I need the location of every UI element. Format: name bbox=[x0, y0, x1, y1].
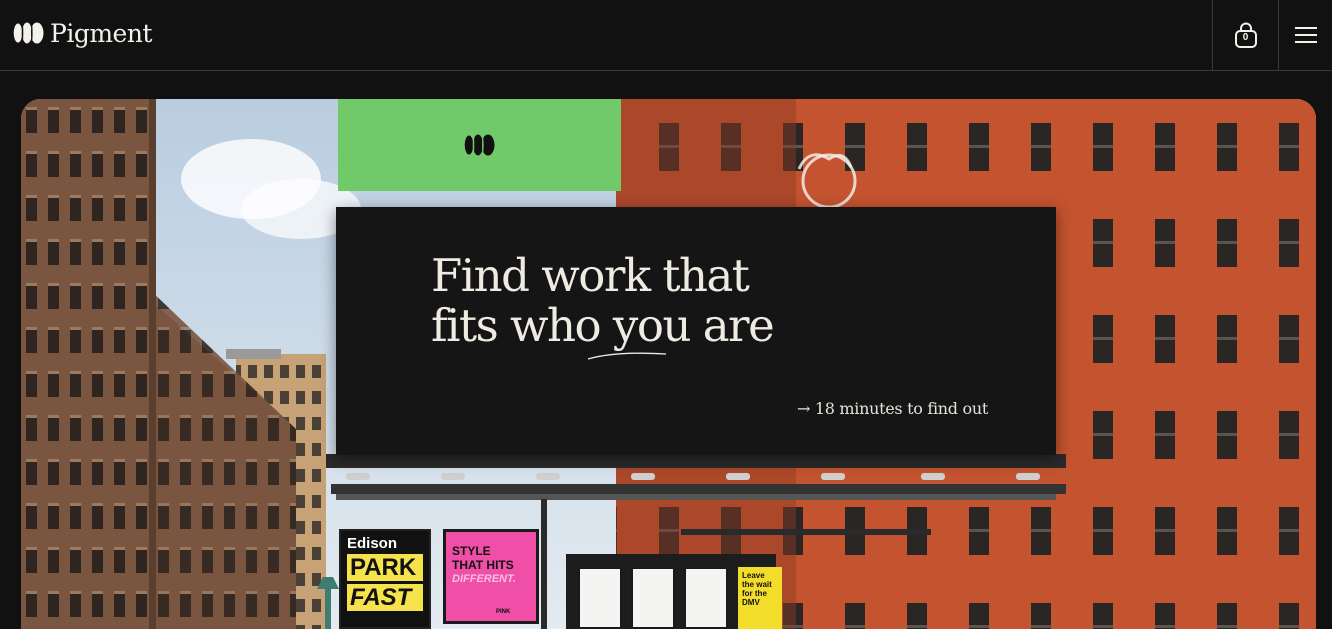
hero-banner: Find work that fits who you are → 18 min… bbox=[21, 99, 1316, 629]
style-that-hits-poster: STYLE THAT HITS DIFFERENT. PINK bbox=[443, 529, 539, 624]
brand-name: Pigment bbox=[50, 18, 152, 48]
menu-panel-2 bbox=[631, 567, 675, 629]
poster-style-brand: PINK bbox=[496, 609, 511, 615]
underline-swoosh-icon bbox=[587, 352, 667, 360]
main-billboard: Find work that fits who you are → 18 min… bbox=[336, 207, 1056, 455]
poster-style-line2: THAT HITS bbox=[452, 558, 514, 572]
pigment-logo-icon bbox=[13, 22, 44, 44]
menu-panel-1 bbox=[578, 567, 622, 629]
menu-button[interactable] bbox=[1279, 0, 1332, 70]
dmv-poster: Leave the wait for the DMV bbox=[738, 567, 782, 629]
quiz-cta-link[interactable]: → 18 minutes to find out bbox=[797, 399, 988, 418]
green-billboard bbox=[338, 99, 621, 191]
poster-style-line1: STYLE bbox=[452, 544, 491, 558]
poster-dmv-text: Leave the wait for the DMV bbox=[742, 571, 772, 607]
cart-button[interactable]: 0 bbox=[1212, 0, 1279, 70]
poster-edison-title: Edison bbox=[347, 535, 398, 552]
poster-edison-line3: FAST bbox=[347, 584, 423, 611]
poster-edison-line2: PARK bbox=[347, 554, 423, 581]
headline-line-2: fits who you are bbox=[431, 299, 775, 352]
cart-count-badge: 0 bbox=[1242, 31, 1249, 43]
brand-logo[interactable]: Pigment bbox=[13, 16, 152, 50]
pigment-logo-icon bbox=[464, 134, 494, 156]
hamburger-menu-icon bbox=[1294, 27, 1317, 43]
poster-style-line3: DIFFERENT. bbox=[452, 573, 516, 585]
edison-park-fast-poster: Edison PARK FAST bbox=[339, 529, 431, 629]
site-header: Pigment 0 bbox=[0, 0, 1332, 71]
menu-panel-3 bbox=[684, 567, 728, 629]
headline-line-1: Find work that bbox=[431, 249, 750, 302]
hero-headline: Find work that fits who you are bbox=[431, 251, 851, 351]
